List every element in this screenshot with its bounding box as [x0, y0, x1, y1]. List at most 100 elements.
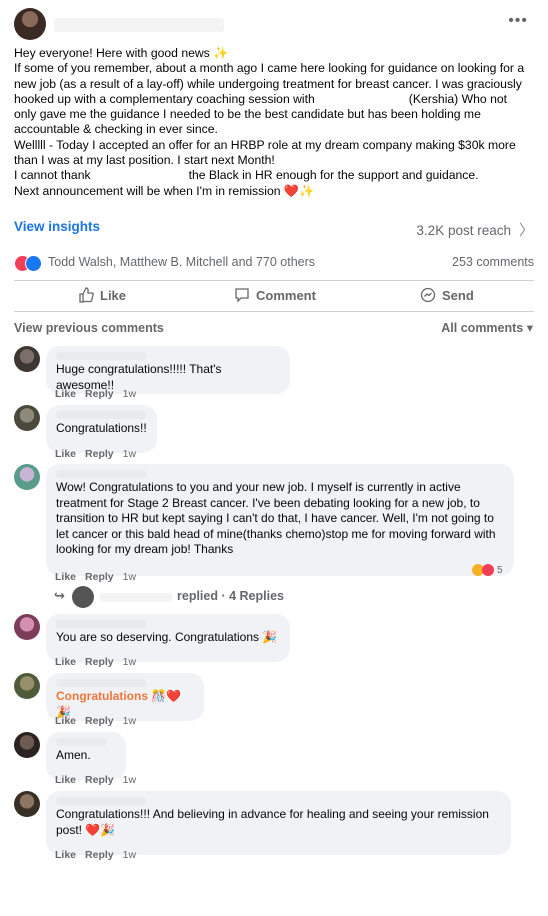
- commenter-name-redacted: [56, 470, 146, 478]
- comment-reply-link[interactable]: Reply: [85, 448, 114, 460]
- comment-meta: Like Reply 1w: [55, 448, 145, 460]
- post-reach-label: 3.2K post reach: [416, 223, 511, 238]
- messenger-icon: [420, 287, 436, 303]
- reply-arrow-icon: ↪: [54, 588, 65, 603]
- love-reaction-icon: [482, 564, 494, 576]
- post-line: I cannot thank the Black in HR enough for…: [14, 168, 536, 183]
- comment-text: Congratulations!!! And believing in adva…: [56, 807, 489, 837]
- comment-like-link[interactable]: Like: [55, 388, 76, 400]
- comment-reply-link[interactable]: Reply: [85, 656, 114, 668]
- commenter-avatar[interactable]: [14, 346, 40, 372]
- comment-meta: Like Reply 1w: [55, 715, 145, 727]
- comment-time: 1w: [122, 388, 137, 400]
- reactions-summary: Todd Walsh, Matthew B. Mitchell and 770 …: [14, 254, 534, 272]
- comment-like-link[interactable]: Like: [55, 571, 76, 583]
- comment-meta: Like Reply 1w: [55, 774, 145, 786]
- send-button[interactable]: Send: [420, 287, 474, 303]
- post-line: new job (as a result of a lay-off) while…: [14, 76, 522, 91]
- commenter-avatar[interactable]: [14, 614, 40, 640]
- view-replies-link[interactable]: replied · 4 Replies: [177, 589, 284, 603]
- post-body: Hey everyone! Here with good news ✨ If s…: [14, 46, 536, 199]
- commenter-avatar[interactable]: [14, 732, 40, 758]
- comment-bubble: Congratulations!!: [46, 405, 157, 453]
- post-line-segment: the Black in HR enough for the support a…: [188, 168, 479, 183]
- like-reaction-icon: [25, 255, 42, 272]
- view-previous-comments[interactable]: View previous comments: [14, 321, 164, 335]
- comment-reply-link[interactable]: Reply: [85, 388, 114, 400]
- comment-reply-link[interactable]: Reply: [85, 849, 114, 861]
- like-button[interactable]: Like: [78, 287, 126, 303]
- commenter-name-redacted: [56, 411, 146, 419]
- comment-bubble: Huge congratulations!!!!! That's awesome…: [46, 346, 290, 394]
- post-line: Hey everyone! Here with good news ✨: [14, 46, 229, 60]
- comment-meta: Like Reply 1w: [55, 849, 145, 861]
- divider: [14, 311, 534, 312]
- comment-bubble: Wow! Congratulations to you and your new…: [46, 464, 514, 576]
- author-avatar[interactable]: [14, 8, 46, 40]
- comment-text: Amen.: [56, 748, 91, 762]
- comment-like-link[interactable]: Like: [55, 849, 76, 861]
- comment-bubble: Amen.: [46, 732, 126, 780]
- commenter-name-redacted: [56, 797, 146, 805]
- replier-avatar: [72, 586, 94, 608]
- all-comments-dropdown[interactable]: All comments ▾: [441, 320, 533, 335]
- comment-bubble: Congratulations 🎊❤️🎉: [46, 673, 204, 721]
- commenter-avatar[interactable]: [14, 673, 40, 699]
- post-reach[interactable]: 3.2K post reach 〉: [416, 219, 534, 240]
- post-line-segment: hooked up with a complementary coaching …: [14, 91, 315, 106]
- comment-meta: Like Reply 1w: [55, 656, 145, 668]
- comment-text: Congratulations!!: [56, 421, 147, 435]
- comment-time: 1w: [122, 715, 137, 727]
- author-name-redacted: [54, 18, 224, 32]
- post-line: Welllll - Today I accepted an offer for …: [14, 137, 516, 152]
- post-line: If some of you remember, about a month a…: [14, 61, 525, 76]
- post-header: •••: [14, 8, 534, 42]
- comment-reactions[interactable]: 5: [472, 564, 503, 576]
- comment-text: You are so deserving. Congratulations 🎉: [56, 630, 278, 644]
- replies-row[interactable]: ↪ replied · 4 Replies: [54, 586, 354, 608]
- comment-icon: [235, 288, 249, 303]
- divider: [14, 280, 534, 281]
- chevron-right-icon: 〉: [518, 222, 534, 239]
- thumbs-up-icon: [79, 287, 94, 303]
- comments-count[interactable]: 253 comments: [452, 255, 534, 269]
- insights-row: View insights 3.2K post reach 〉: [14, 219, 534, 240]
- post-line-segment: (Kershia) Who not: [408, 91, 508, 106]
- comment-time: 1w: [122, 656, 137, 668]
- comment-reply-link[interactable]: Reply: [85, 571, 114, 583]
- comment-like-link[interactable]: Like: [55, 774, 76, 786]
- comment-button[interactable]: Comment: [234, 287, 316, 303]
- comment-reply-link[interactable]: Reply: [85, 774, 114, 786]
- post-actions: Like Comment Send: [14, 285, 534, 307]
- reaction-names[interactable]: Todd Walsh, Matthew B. Mitchell and 770 …: [48, 255, 315, 269]
- post-line: than I was at my last position. I start …: [14, 153, 275, 168]
- post-line-segment: I cannot thank: [14, 168, 91, 183]
- commenter-name-redacted: [56, 620, 146, 628]
- reaction-icons[interactable]: [14, 255, 46, 272]
- comment-reaction-count: 5: [497, 564, 503, 576]
- comment-like-link[interactable]: Like: [55, 715, 76, 727]
- comment-reply-link[interactable]: Reply: [85, 715, 114, 727]
- commenter-avatar[interactable]: [14, 791, 40, 817]
- comment-text: Wow! Congratulations to you and your new…: [56, 480, 496, 556]
- comment-label: Comment: [256, 287, 316, 303]
- like-label: Like: [100, 287, 127, 303]
- comment-time: 1w: [122, 448, 137, 460]
- comment-like-link[interactable]: Like: [55, 448, 76, 460]
- comment-like-link[interactable]: Like: [55, 656, 76, 668]
- post-line: only gave me the guidance I needed to be…: [14, 107, 481, 122]
- post-line: hooked up with a complementary coaching …: [14, 92, 536, 107]
- commenter-avatar[interactable]: [14, 464, 40, 490]
- commenter-avatar[interactable]: [14, 405, 40, 431]
- comment-time: 1w: [122, 774, 137, 786]
- more-horizontal-icon[interactable]: •••: [508, 12, 528, 30]
- commenter-name-redacted: [56, 352, 146, 360]
- commenter-name-redacted: [56, 738, 106, 746]
- comment-meta: Like Reply 1w: [55, 388, 145, 400]
- send-label: Send: [442, 287, 474, 303]
- commenter-name-redacted: [56, 679, 146, 687]
- view-insights-link[interactable]: View insights: [14, 219, 100, 234]
- comment-meta: Like Reply 1w: [55, 571, 145, 583]
- replier-name-redacted: [100, 593, 172, 602]
- comment-bubble: Congratulations!!! And believing in adva…: [46, 791, 511, 855]
